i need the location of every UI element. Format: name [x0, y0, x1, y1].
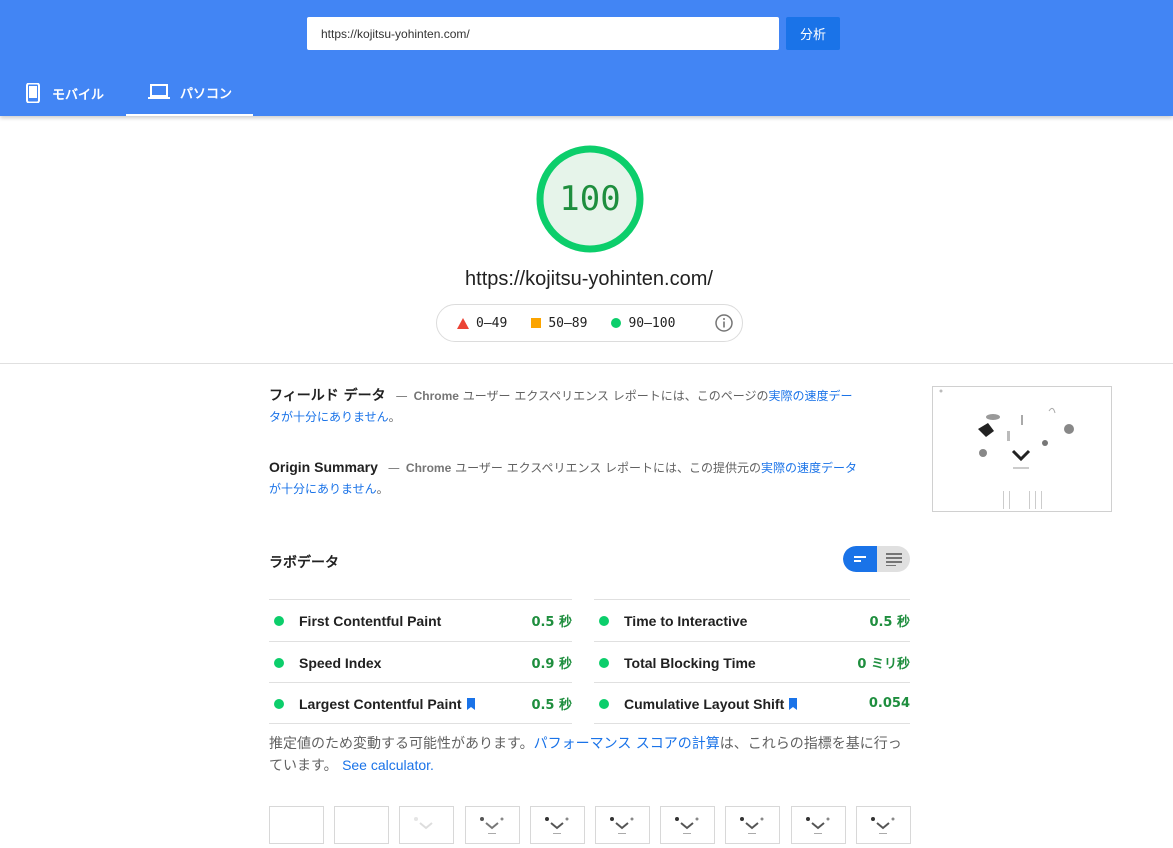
filmstrip-frame — [725, 806, 780, 844]
performance-score: 100 — [559, 179, 621, 219]
legend-fail: 0–49 — [457, 316, 507, 331]
url-input[interactable] — [307, 17, 779, 50]
origin-summary-text: ユーザー エクスペリエンス レポートには、この提供元の — [451, 461, 762, 475]
frame-sketch — [675, 817, 699, 834]
field-data-end: 。 — [388, 410, 401, 424]
final-screenshot-thumbnail[interactable] — [932, 386, 1112, 512]
analyzed-url: https://kojitsu-yohinten.com/ — [465, 268, 713, 290]
phone-icon — [26, 83, 40, 103]
info-icon[interactable] — [715, 314, 733, 332]
triangle-icon — [457, 317, 469, 329]
metric-value: 0.5 秒 — [531, 615, 572, 630]
score-legend: 0–49 50–89 90–100 — [436, 304, 743, 342]
analyze-button[interactable]: 分析 — [786, 17, 840, 50]
legend-pass: 90–100 — [611, 316, 675, 331]
metric-name: Speed Index — [299, 654, 382, 671]
frame-sketch — [871, 817, 895, 834]
toggle-detail-view[interactable] — [877, 546, 910, 572]
legend-average-range: 50–89 — [548, 315, 588, 331]
metrics-divider — [269, 723, 572, 724]
metric-value: 0.5 秒 — [869, 615, 910, 630]
metric-name: First Contentful Paint — [299, 612, 442, 629]
see-calculator-link[interactable]: See calculator. — [342, 757, 434, 773]
metric-row: First Contentful Paint 0.5 秒 — [269, 599, 572, 641]
filmstrip-frame — [269, 806, 324, 844]
origin-summary-section: Origin Summary — Chrome ユーザー エクスペリエンス レポート… — [269, 457, 859, 500]
pass-dot-icon — [274, 698, 284, 709]
laptop-icon — [148, 84, 170, 99]
long-lines-icon — [885, 553, 902, 566]
frame-sketch — [414, 817, 433, 830]
lab-data-note: 推定値のため変動する可能性があります。パフォーマンス スコアの計算は、これらの指… — [269, 734, 914, 777]
filmstrip-frame — [856, 806, 911, 844]
metric-row: Speed Index 0.9 秒 — [269, 641, 572, 683]
filmstrip-frame — [530, 806, 585, 844]
metric-value: 0 ミリ秒 — [857, 657, 910, 672]
frame-sketch — [545, 817, 569, 834]
pass-dot-icon — [599, 698, 609, 709]
metric-row: Cumulative Layout Shift 0.054 — [594, 682, 910, 724]
view-toggle[interactable] — [843, 546, 910, 572]
metric-row: Total Blocking Time 0 ミリ秒 — [594, 641, 910, 683]
legend-pass-range: 90–100 — [628, 315, 676, 331]
bookmark-icon — [466, 697, 475, 710]
filmstrip-frame — [595, 806, 650, 844]
legend-fail-range: 0–49 — [476, 315, 508, 331]
score-calculation-link[interactable]: パフォーマンス スコアの計算 — [534, 736, 720, 752]
origin-summary-dash: — — [387, 461, 400, 475]
lab-data-title: ラボデータ — [269, 555, 339, 571]
filmstrip-frame — [791, 806, 846, 844]
app-header: 分析 モバイル パソコン — [0, 0, 1173, 116]
origin-summary-end: 。 — [376, 482, 389, 496]
metric-name: Cumulative Layout Shift — [624, 695, 785, 712]
metrics-divider — [594, 723, 910, 724]
circle-icon — [611, 318, 622, 328]
metric-value: 0.5 秒 — [531, 698, 572, 713]
metric-name: Time to Interactive — [624, 612, 748, 629]
pass-dot-icon — [599, 615, 609, 626]
metric-name: Total Blocking Time — [624, 654, 756, 671]
section-divider — [0, 363, 1173, 364]
tab-desktop[interactable]: パソコン — [126, 70, 253, 116]
note-text: 推定値のため変動する可能性があります。 — [269, 736, 534, 752]
metric-name: Largest Contentful Paint — [299, 695, 462, 712]
screenshot-sketch — [939, 389, 1074, 509]
short-lines-icon — [854, 556, 866, 562]
frame-sketch — [610, 817, 634, 834]
filmstrip-frame — [660, 806, 715, 844]
field-data-text: ユーザー エクスペリエンス レポートには、このページの — [458, 389, 769, 403]
origin-summary-title: Origin Summary — [269, 459, 378, 475]
field-data-chrome: Chrome — [413, 389, 459, 403]
toggle-summary-view[interactable] — [843, 546, 877, 572]
frame-sketch — [480, 817, 504, 834]
square-icon — [531, 318, 542, 328]
metric-value: 0.9 秒 — [531, 657, 572, 672]
pass-dot-icon — [599, 657, 609, 668]
filmstrip-frame — [465, 806, 520, 844]
legend-average: 50–89 — [531, 316, 587, 331]
filmstrip-frame — [334, 806, 389, 844]
field-data-section: フィールド データ — Chrome ユーザー エクスペリエンス レポートには、この… — [269, 386, 859, 428]
tab-mobile-label: モバイル — [52, 87, 105, 103]
tab-mobile[interactable]: モバイル — [24, 70, 104, 116]
tab-desktop-label: パソコン — [180, 86, 233, 102]
origin-summary-chrome: Chrome — [405, 461, 452, 475]
metric-row: Largest Contentful Paint 0.5 秒 — [269, 682, 572, 724]
field-data-dash: — — [395, 389, 408, 403]
frame-sketch — [740, 817, 764, 834]
bookmark-icon — [789, 697, 798, 710]
metric-value: 0.054 — [868, 696, 910, 711]
pass-dot-icon — [274, 615, 284, 626]
field-data-title: フィールド データ — [269, 388, 386, 404]
pass-dot-icon — [274, 657, 284, 668]
frame-sketch — [806, 817, 830, 834]
metric-row: Time to Interactive 0.5 秒 — [594, 599, 910, 641]
filmstrip-frame — [399, 806, 454, 844]
